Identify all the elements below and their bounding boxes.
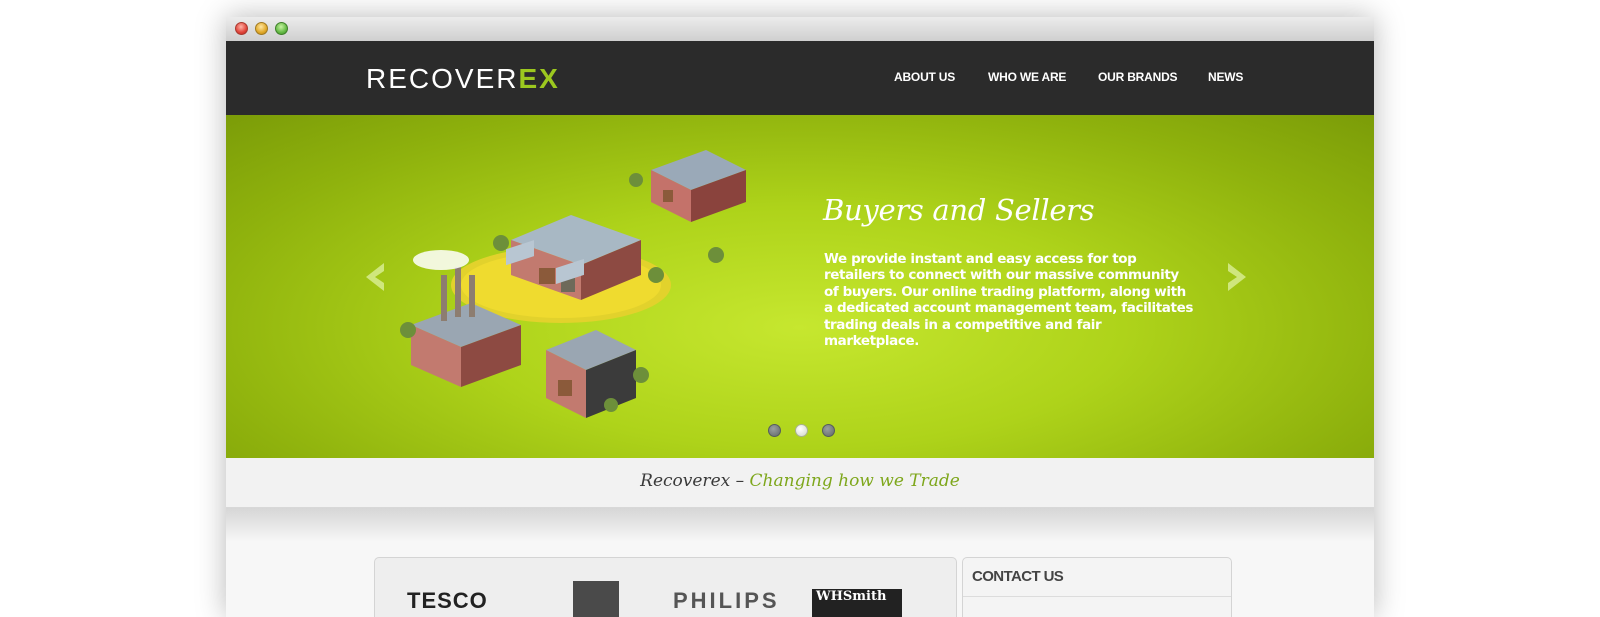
hero-slider: Buyers and Sellers We provide instant an… [226, 115, 1374, 458]
minimize-window-button[interactable] [255, 22, 268, 35]
contact-panel: CONTACT US [962, 557, 1232, 617]
tagline-brand: Recoverex – [640, 471, 745, 491]
slider-dot-3[interactable] [822, 424, 835, 437]
window-titlebar [226, 17, 1374, 42]
brand-logos-panel: TESCO PHILIPS WHSmith [374, 557, 957, 617]
slider-dot-1[interactable] [768, 424, 781, 437]
site-header: RECOVEREX ABOUT US WHO WE ARE OUR BRANDS… [226, 41, 1374, 115]
nav-news[interactable]: NEWS [1208, 70, 1243, 84]
browser-window: RECOVEREX ABOUT US WHO WE ARE OUR BRANDS… [226, 17, 1374, 617]
contact-divider [963, 596, 1231, 597]
tagline: Recoverex – Changing how we Trade [640, 471, 960, 491]
nav-who-we-are[interactable]: WHO WE ARE [988, 70, 1066, 84]
hero-title: Buyers and Sellers [823, 193, 1095, 227]
slider-next-button[interactable] [1226, 261, 1248, 293]
contact-title: CONTACT US [972, 568, 1064, 585]
site-logo[interactable]: RECOVEREX [366, 63, 560, 95]
tagline-bar: Recoverex – Changing how we Trade [226, 458, 1374, 508]
hero-description: We provide instant and easy access for t… [824, 250, 1193, 350]
logo-accent-text: EX [518, 63, 560, 94]
factories-illustration [400, 150, 746, 418]
tagline-slogan: Changing how we Trade [749, 471, 960, 491]
slider-dot-2[interactable] [795, 424, 808, 437]
chevron-right-icon [1228, 263, 1246, 291]
section-shadow [226, 508, 1374, 542]
close-window-button[interactable] [235, 22, 248, 35]
chevron-left-icon [366, 263, 384, 291]
tesco-logo[interactable]: TESCO [407, 588, 488, 614]
slider-prev-button[interactable] [364, 261, 386, 293]
brand-logo-dark[interactable] [573, 581, 619, 617]
philips-logo[interactable]: PHILIPS [673, 588, 780, 614]
zoom-window-button[interactable] [275, 22, 288, 35]
nav-about-us[interactable]: ABOUT US [894, 70, 955, 84]
nav-our-brands[interactable]: OUR BRANDS [1098, 70, 1178, 84]
logo-primary-text: RECOVER [366, 63, 519, 94]
whsmith-logo[interactable]: WHSmith [812, 589, 902, 617]
